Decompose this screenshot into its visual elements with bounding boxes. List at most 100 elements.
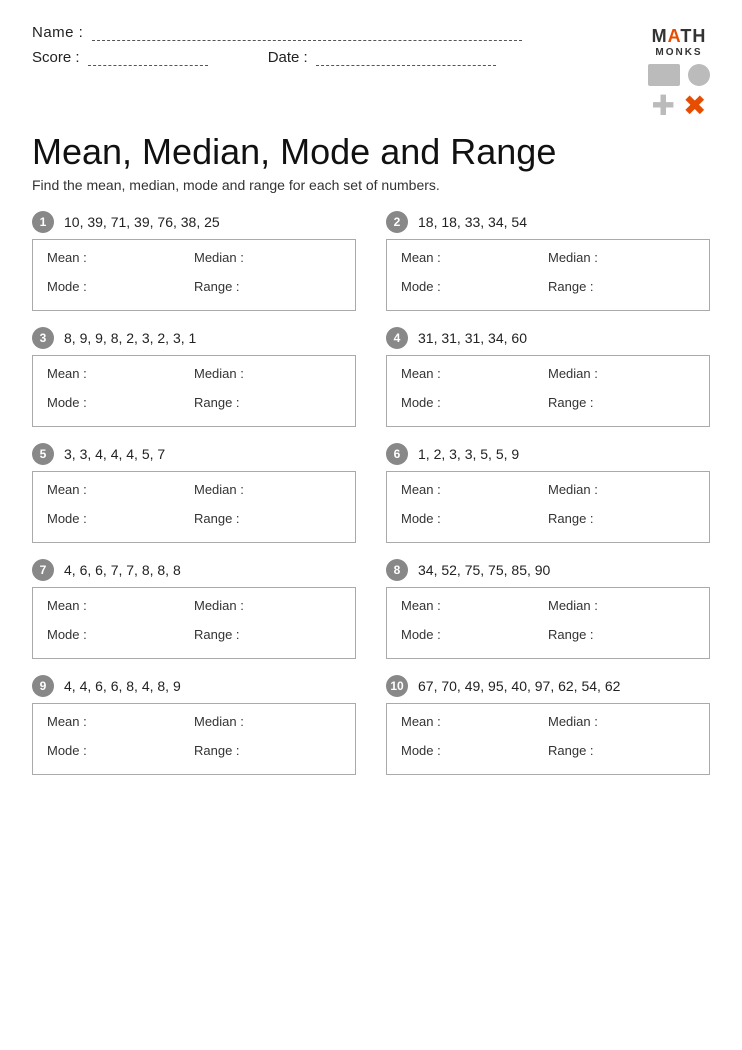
score-date-line: Score : Date : — [32, 49, 648, 66]
name-line: Name : — [32, 24, 648, 41]
rect-icon — [648, 64, 680, 86]
mode-label-2: Mode : — [401, 279, 548, 300]
mean-label-2: Mean : — [401, 250, 548, 271]
problem-3: 3 8, 9, 9, 8, 2, 3, 2, 3, 1 Mean : Media… — [32, 327, 356, 427]
page-title: Mean, Median, Mode and Range — [32, 130, 556, 173]
range-label-9: Range : — [194, 743, 341, 764]
range-label-5: Range : — [194, 511, 341, 532]
problem-2: 2 18, 18, 33, 34, 54 Mean : Median : Mod… — [386, 211, 710, 311]
problem-5: 5 3, 3, 4, 4, 4, 5, 7 Mean : Median : Mo… — [32, 443, 356, 543]
problem-1: 1 10, 39, 71, 39, 76, 38, 25 Mean : Medi… — [32, 211, 356, 311]
problem-6-number: 6 — [386, 443, 408, 465]
median-label-2: Median : — [548, 250, 695, 271]
problem-2-numbers: 18, 18, 33, 34, 54 — [418, 214, 527, 230]
problem-4-header: 4 31, 31, 31, 34, 60 — [386, 327, 710, 349]
logo-text: MATH — [652, 26, 707, 47]
range-label-2: Range : — [548, 279, 695, 300]
problem-8: 8 34, 52, 75, 75, 85, 90 Mean : Median :… — [386, 559, 710, 659]
problem-6-numbers: 1, 2, 3, 3, 5, 5, 9 — [418, 446, 519, 462]
mean-label-3: Mean : — [47, 366, 194, 387]
median-label-10: Median : — [548, 714, 695, 735]
mode-label-10: Mode : — [401, 743, 548, 764]
median-label-4: Median : — [548, 366, 695, 387]
mode-label-1: Mode : — [47, 279, 194, 300]
problem-5-number: 5 — [32, 443, 54, 465]
name-dashed — [92, 40, 522, 41]
header-left: Name : Score : Date : — [32, 24, 648, 66]
problem-9-header: 9 4, 4, 6, 6, 8, 4, 8, 9 — [32, 675, 356, 697]
mode-label-6: Mode : — [401, 511, 548, 532]
problem-7-answer-box: Mean : Median : Mode : Range : — [32, 587, 356, 659]
median-label-8: Median : — [548, 598, 695, 619]
logo: MATH MONKS ✚ ✖ — [648, 26, 710, 120]
problem-7-number: 7 — [32, 559, 54, 581]
problem-7-numbers: 4, 6, 6, 7, 7, 8, 8, 8 — [64, 562, 181, 578]
problem-6-header: 6 1, 2, 3, 3, 5, 5, 9 — [386, 443, 710, 465]
x-icon: ✖ — [683, 92, 706, 120]
problem-8-header: 8 34, 52, 75, 75, 85, 90 — [386, 559, 710, 581]
problem-1-number: 1 — [32, 211, 54, 233]
problem-9-answer-box: Mean : Median : Mode : Range : — [32, 703, 356, 775]
mean-label-1: Mean : — [47, 250, 194, 271]
problem-5-numbers: 3, 3, 4, 4, 4, 5, 7 — [64, 446, 165, 462]
problem-3-answer-box: Mean : Median : Mode : Range : — [32, 355, 356, 427]
problem-3-number: 3 — [32, 327, 54, 349]
score-dashed — [88, 65, 208, 66]
mean-label-10: Mean : — [401, 714, 548, 735]
problem-9-number: 9 — [32, 675, 54, 697]
title-left: Mean, Median, Mode and Range Find the me… — [32, 130, 556, 211]
mean-label-7: Mean : — [47, 598, 194, 619]
mean-label-9: Mean : — [47, 714, 194, 735]
problem-6-answer-box: Mean : Median : Mode : Range : — [386, 471, 710, 543]
median-label-1: Median : — [194, 250, 341, 271]
date-dashed — [316, 65, 496, 66]
range-label-8: Range : — [548, 627, 695, 648]
problem-8-answer-box: Mean : Median : Mode : Range : — [386, 587, 710, 659]
median-label-9: Median : — [194, 714, 341, 735]
problem-8-number: 8 — [386, 559, 408, 581]
problem-4-numbers: 31, 31, 31, 34, 60 — [418, 330, 527, 346]
mean-label-5: Mean : — [47, 482, 194, 503]
problem-4-number: 4 — [386, 327, 408, 349]
plus-icon: ✚ — [652, 92, 675, 120]
mode-label-7: Mode : — [47, 627, 194, 648]
problems-grid: 1 10, 39, 71, 39, 76, 38, 25 Mean : Medi… — [32, 211, 710, 779]
problem-8-numbers: 34, 52, 75, 75, 85, 90 — [418, 562, 550, 578]
problem-7: 7 4, 6, 6, 7, 7, 8, 8, 8 Mean : Median :… — [32, 559, 356, 659]
problem-9-numbers: 4, 4, 6, 6, 8, 4, 8, 9 — [64, 678, 181, 694]
problem-10-header: 10 67, 70, 49, 95, 40, 97, 62, 54, 62 — [386, 675, 710, 697]
mode-label-9: Mode : — [47, 743, 194, 764]
problem-4-answer-box: Mean : Median : Mode : Range : — [386, 355, 710, 427]
median-label-7: Median : — [194, 598, 341, 619]
logo-icons2: ✚ ✖ — [652, 92, 707, 120]
name-label: Name : — [32, 24, 83, 41]
problem-4: 4 31, 31, 31, 34, 60 Mean : Median : Mod… — [386, 327, 710, 427]
median-label-6: Median : — [548, 482, 695, 503]
problem-2-number: 2 — [386, 211, 408, 233]
mode-label-3: Mode : — [47, 395, 194, 416]
range-label-7: Range : — [194, 627, 341, 648]
mode-label-4: Mode : — [401, 395, 548, 416]
problem-1-numbers: 10, 39, 71, 39, 76, 38, 25 — [64, 214, 220, 230]
problem-2-header: 2 18, 18, 33, 34, 54 — [386, 211, 710, 233]
header: Name : Score : Date : MATH MONKS ✚ ✖ — [32, 24, 710, 120]
problem-9: 9 4, 4, 6, 6, 8, 4, 8, 9 Mean : Median :… — [32, 675, 356, 775]
problem-3-numbers: 8, 9, 9, 8, 2, 3, 2, 3, 1 — [64, 330, 196, 346]
problem-10-number: 10 — [386, 675, 408, 697]
problem-10-numbers: 67, 70, 49, 95, 40, 97, 62, 54, 62 — [418, 678, 620, 694]
problem-5-answer-box: Mean : Median : Mode : Range : — [32, 471, 356, 543]
date-label: Date : — [268, 49, 496, 66]
mean-label-8: Mean : — [401, 598, 548, 619]
problem-7-header: 7 4, 6, 6, 7, 7, 8, 8, 8 — [32, 559, 356, 581]
mode-label-8: Mode : — [401, 627, 548, 648]
logo-icons — [648, 64, 710, 86]
range-label-4: Range : — [548, 395, 695, 416]
mean-label-6: Mean : — [401, 482, 548, 503]
mode-label-5: Mode : — [47, 511, 194, 532]
circle-icon — [688, 64, 710, 86]
range-label-10: Range : — [548, 743, 695, 764]
range-label-1: Range : — [194, 279, 341, 300]
problem-10: 10 67, 70, 49, 95, 40, 97, 62, 54, 62 Me… — [386, 675, 710, 775]
problem-6: 6 1, 2, 3, 3, 5, 5, 9 Mean : Median : Mo… — [386, 443, 710, 543]
problem-5-header: 5 3, 3, 4, 4, 4, 5, 7 — [32, 443, 356, 465]
